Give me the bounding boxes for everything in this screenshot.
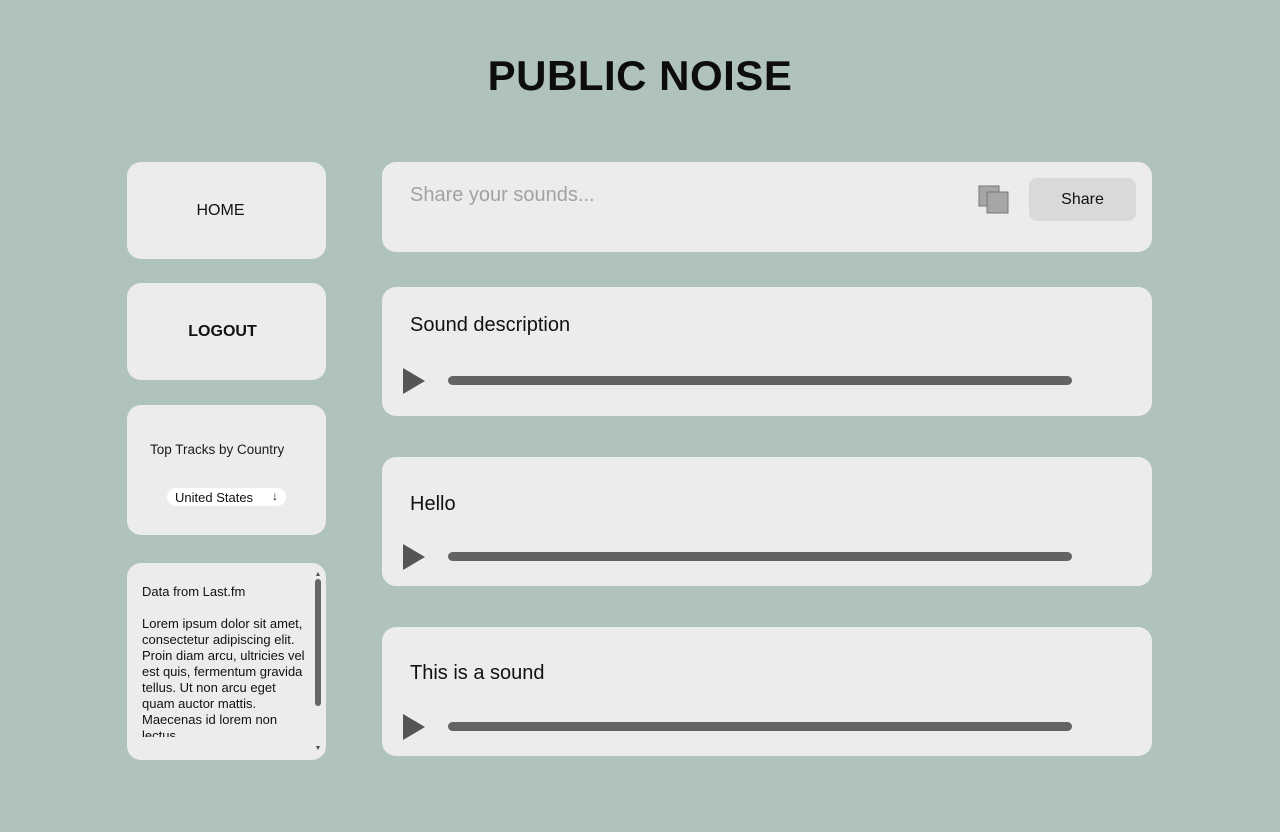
arrow-down-icon: ↓ — [272, 489, 278, 503]
nav-logout-label: LOGOUT — [188, 322, 257, 340]
country-select-value: United States — [175, 489, 254, 505]
lastfm-scroll-content[interactable]: Data from Last.fm Lorem ipsum dolor sit … — [142, 584, 310, 737]
share-input[interactable] — [408, 180, 952, 210]
sound-title: This is a sound — [410, 662, 545, 684]
scrollbar-thumb[interactable] — [315, 579, 321, 706]
top-tracks-label: Top Tracks by Country — [150, 442, 285, 457]
sound-title: Hello — [410, 493, 456, 515]
play-icon[interactable] — [403, 368, 425, 394]
sound-card: This is a sound — [382, 627, 1152, 756]
audio-progress-bar[interactable] — [448, 552, 1072, 561]
copy-icon[interactable] — [978, 185, 1010, 215]
lastfm-heading: Data from Last.fm — [142, 584, 246, 599]
nav-logout-button[interactable]: LOGOUT — [127, 283, 326, 380]
share-composer: Share — [382, 162, 1152, 252]
scroll-down-arrow-icon[interactable]: ▼ — [314, 745, 322, 753]
nav-home-button[interactable]: HOME — [127, 162, 326, 259]
top-tracks-panel: Top Tracks by Country United States ↓ — [127, 405, 326, 535]
lastfm-body-text: Lorem ipsum dolor sit amet, consectetur … — [142, 616, 305, 737]
sound-card: Hello — [382, 457, 1152, 586]
scrollbar[interactable]: ▲ ▼ — [314, 571, 322, 753]
audio-progress-bar[interactable] — [448, 376, 1072, 385]
sound-title: Sound description — [410, 314, 571, 336]
share-button[interactable]: Share — [1029, 178, 1136, 221]
scroll-up-arrow-icon[interactable]: ▲ — [314, 571, 322, 579]
nav-home-label: HOME — [196, 201, 245, 219]
play-icon[interactable] — [403, 714, 425, 740]
play-icon[interactable] — [403, 544, 425, 570]
audio-progress-bar[interactable] — [448, 722, 1072, 731]
sound-card: Sound description — [382, 287, 1152, 416]
country-select[interactable]: United States ↓ — [167, 488, 286, 506]
lastfm-info-panel: Data from Last.fm Lorem ipsum dolor sit … — [127, 563, 326, 760]
page-title: PUBLIC NOISE — [487, 52, 793, 99]
